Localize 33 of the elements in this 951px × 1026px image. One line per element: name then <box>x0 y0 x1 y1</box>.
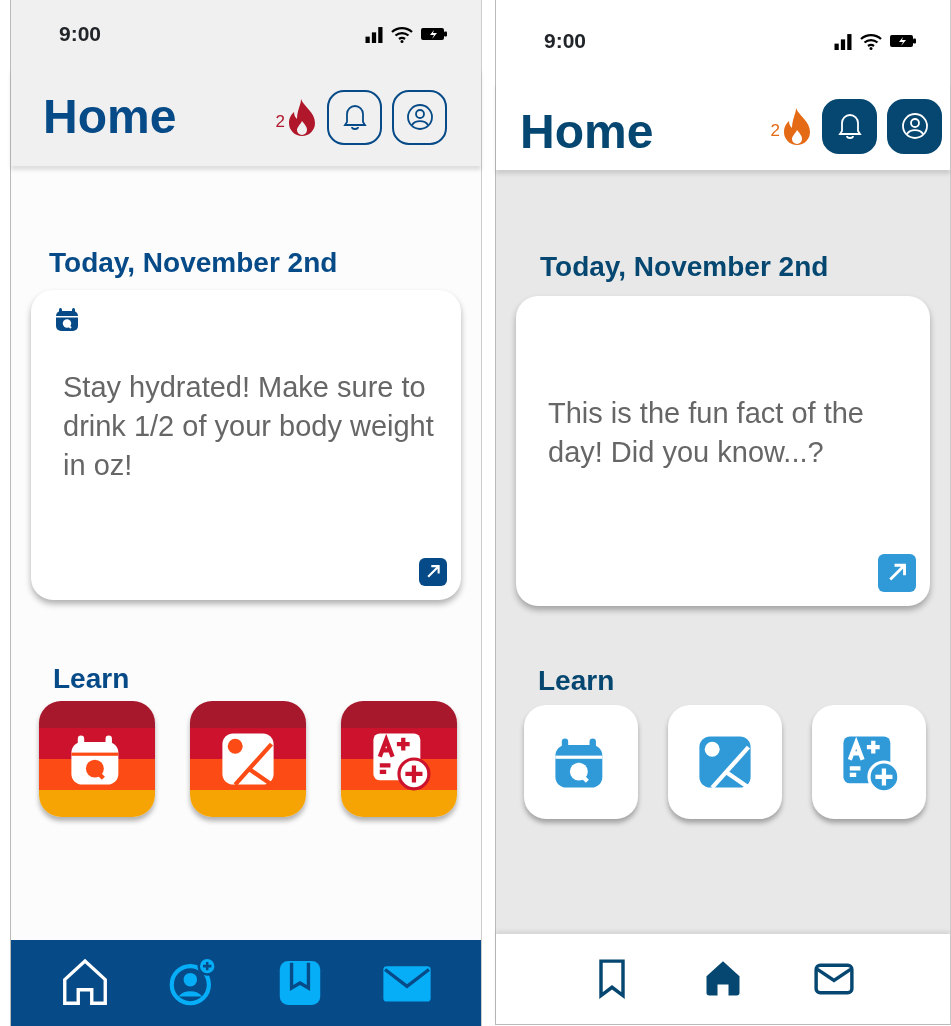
date-heading: Today, November 2nd <box>540 250 830 284</box>
learn-tile[interactable] <box>190 701 306 818</box>
status-time: 9:00 <box>59 21 102 48</box>
notifications-button[interactable] <box>327 89 382 145</box>
status-time: 9:00 <box>544 28 587 55</box>
battery-icon <box>890 34 916 48</box>
expand-button[interactable] <box>419 557 447 586</box>
section-heading: Learn <box>538 663 616 698</box>
profile-button[interactable] <box>887 98 942 154</box>
date-heading: Today, November 2nd <box>49 246 339 280</box>
profile-button[interactable] <box>392 89 447 145</box>
flame-icon <box>782 107 812 145</box>
wifi-icon <box>860 32 882 50</box>
streak-count: 2 <box>275 111 285 134</box>
streak-count: 2 <box>770 120 780 143</box>
user-icon <box>404 102 435 132</box>
battery-icon <box>421 27 447 41</box>
learn-tile[interactable] <box>668 705 782 820</box>
signal-icon <box>365 25 383 43</box>
learn-tile[interactable] <box>341 701 457 818</box>
learn-tile[interactable] <box>524 705 638 820</box>
learn-tile[interactable] <box>812 705 926 820</box>
page-title: Home <box>520 104 654 161</box>
fact-text: This is the fun fact of the day! Did you know...? <box>548 395 865 471</box>
learn-tile[interactable] <box>39 701 155 818</box>
section-heading: Learn <box>53 661 131 696</box>
page-title: Home <box>43 89 177 146</box>
wifi-icon <box>391 25 413 43</box>
notifications-button[interactable] <box>822 98 877 154</box>
fact-text: Stay hydrated! Make sure to drink 1/2 of your body weight in oz! <box>63 369 435 484</box>
flame-icon <box>287 98 317 136</box>
user-icon <box>899 111 930 141</box>
signal-icon <box>834 32 852 50</box>
